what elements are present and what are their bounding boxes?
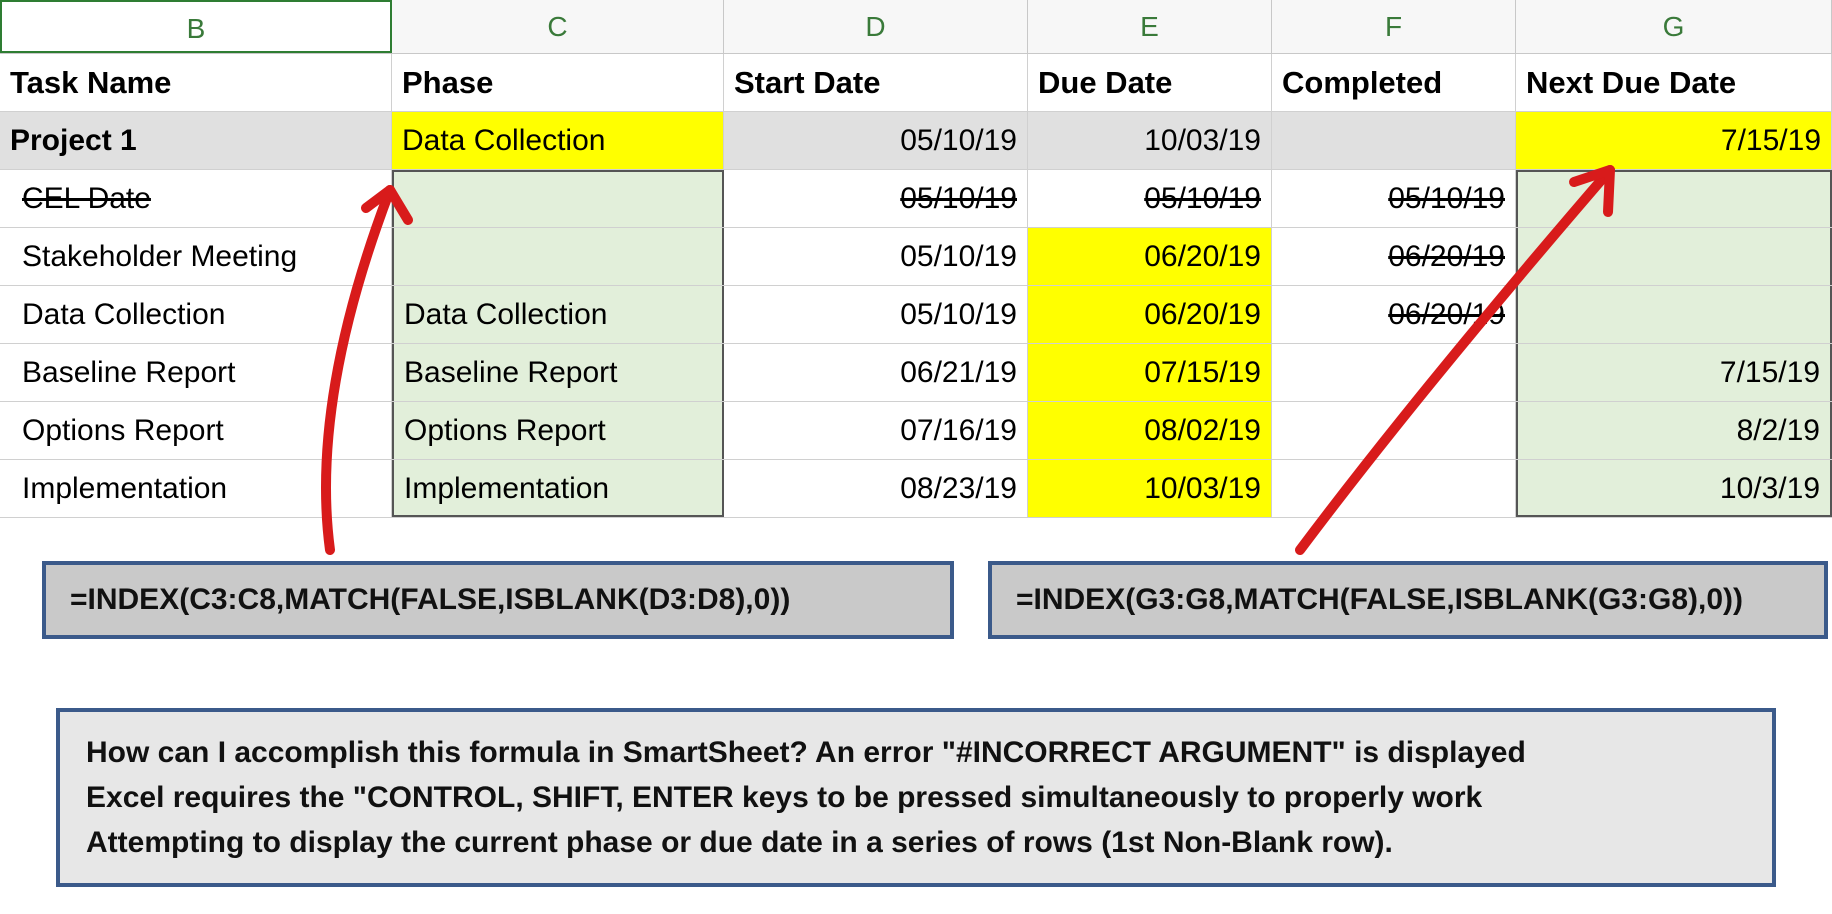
spreadsheet-grid: Task Name Phase Start Date Due Date Comp…	[0, 54, 1832, 518]
question-line1: How can I accomplish this formula in Sma…	[86, 730, 1746, 775]
cell-phase[interactable]: Options Report	[392, 402, 724, 459]
table-row: Data CollectionData Collection05/10/1906…	[0, 286, 1832, 344]
cell-due[interactable]: 06/20/19	[1028, 286, 1272, 343]
cell-due[interactable]: 08/02/19	[1028, 402, 1272, 459]
cell-start[interactable]: 08/23/19	[724, 460, 1028, 517]
cell-phase[interactable]: Implementation	[392, 460, 724, 517]
cell-phase[interactable]	[392, 228, 724, 285]
cell-task[interactable]: Implementation	[0, 460, 392, 517]
column-header-row: B C D E F G	[0, 0, 1832, 54]
table-row: Stakeholder Meeting05/10/1906/20/1906/20…	[0, 228, 1832, 286]
formula-right: =INDEX(G3:G8,MATCH(FALSE,ISBLANK(G3:G8),…	[988, 561, 1828, 639]
col-header-d[interactable]: D	[724, 0, 1028, 53]
cell-completed[interactable]	[1272, 344, 1516, 401]
cell-due[interactable]: 05/10/19	[1028, 170, 1272, 227]
cell-start[interactable]: 05/10/19	[724, 286, 1028, 343]
cell-start[interactable]: 07/16/19	[724, 402, 1028, 459]
question-line2: Excel requires the "CONTROL, SHIFT, ENTE…	[86, 775, 1746, 820]
project-start[interactable]: 05/10/19	[724, 112, 1028, 169]
project-task[interactable]: Project 1	[0, 112, 392, 169]
cell-next[interactable]	[1516, 228, 1832, 285]
header-phase[interactable]: Phase	[392, 54, 724, 111]
project-next[interactable]: 7/15/19	[1516, 112, 1832, 169]
cell-completed[interactable]: 06/20/19	[1272, 286, 1516, 343]
cell-due[interactable]: 10/03/19	[1028, 460, 1272, 517]
cell-start[interactable]: 05/10/19	[724, 170, 1028, 227]
question-box: How can I accomplish this formula in Sma…	[56, 708, 1776, 887]
header-start[interactable]: Start Date	[724, 54, 1028, 111]
cell-next[interactable]	[1516, 286, 1832, 343]
project-summary-row: Project 1 Data Collection 05/10/19 10/03…	[0, 112, 1832, 170]
col-header-f[interactable]: F	[1272, 0, 1516, 53]
col-header-g[interactable]: G	[1516, 0, 1832, 53]
question-line3: Attempting to display the current phase …	[86, 820, 1746, 865]
project-completed[interactable]	[1272, 112, 1516, 169]
cell-due[interactable]: 06/20/19	[1028, 228, 1272, 285]
table-row: CEL Date05/10/1905/10/1905/10/19	[0, 170, 1832, 228]
col-header-e[interactable]: E	[1028, 0, 1272, 53]
header-row: Task Name Phase Start Date Due Date Comp…	[0, 54, 1832, 112]
cell-due[interactable]: 07/15/19	[1028, 344, 1272, 401]
formula-left: =INDEX(C3:C8,MATCH(FALSE,ISBLANK(D3:D8),…	[42, 561, 954, 639]
header-due[interactable]: Due Date	[1028, 54, 1272, 111]
cell-task[interactable]: Stakeholder Meeting	[0, 228, 392, 285]
cell-next[interactable]: 7/15/19	[1516, 344, 1832, 401]
cell-completed[interactable]	[1272, 402, 1516, 459]
header-task[interactable]: Task Name	[0, 54, 392, 111]
cell-phase[interactable]	[392, 170, 724, 227]
cell-start[interactable]: 05/10/19	[724, 228, 1028, 285]
project-due[interactable]: 10/03/19	[1028, 112, 1272, 169]
project-phase[interactable]: Data Collection	[392, 112, 724, 169]
cell-next[interactable]	[1516, 170, 1832, 227]
table-row: Baseline ReportBaseline Report06/21/1907…	[0, 344, 1832, 402]
cell-task[interactable]: Options Report	[0, 402, 392, 459]
cell-next[interactable]: 10/3/19	[1516, 460, 1832, 517]
cell-completed[interactable]	[1272, 460, 1516, 517]
col-header-c[interactable]: C	[392, 0, 724, 53]
cell-task[interactable]: Data Collection	[0, 286, 392, 343]
table-row: ImplementationImplementation08/23/1910/0…	[0, 460, 1832, 518]
cell-phase[interactable]: Baseline Report	[392, 344, 724, 401]
cell-start[interactable]: 06/21/19	[724, 344, 1028, 401]
cell-phase[interactable]: Data Collection	[392, 286, 724, 343]
cell-next[interactable]: 8/2/19	[1516, 402, 1832, 459]
cell-completed[interactable]: 05/10/19	[1272, 170, 1516, 227]
cell-completed[interactable]: 06/20/19	[1272, 228, 1516, 285]
table-row: Options ReportOptions Report07/16/1908/0…	[0, 402, 1832, 460]
header-completed[interactable]: Completed	[1272, 54, 1516, 111]
col-header-b[interactable]: B	[0, 0, 392, 53]
header-next[interactable]: Next Due Date	[1516, 54, 1832, 111]
cell-task[interactable]: CEL Date	[0, 170, 392, 227]
cell-task[interactable]: Baseline Report	[0, 344, 392, 401]
